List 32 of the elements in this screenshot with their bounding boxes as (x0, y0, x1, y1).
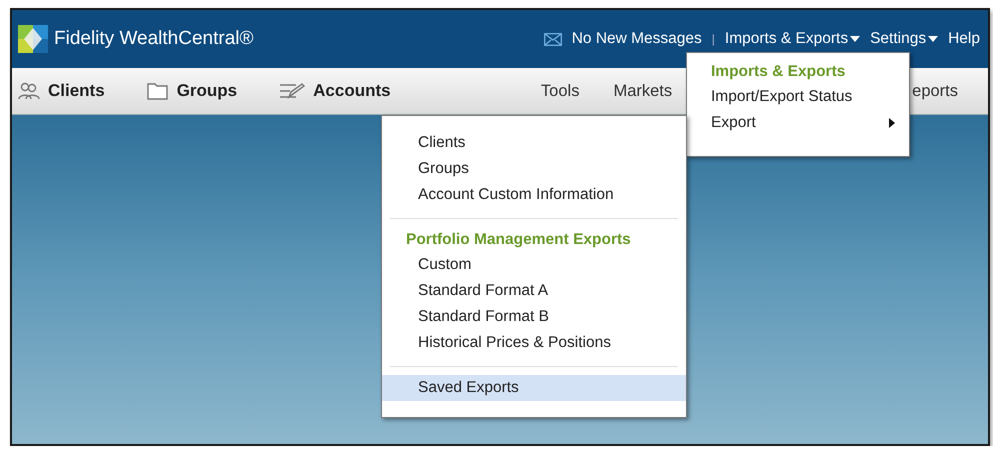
nav-label: Clients (48, 81, 105, 101)
people-icon (18, 82, 40, 100)
menu-item[interactable]: Custom (382, 252, 686, 278)
nav-tab[interactable]: Accounts (279, 81, 391, 101)
menu-heading: Imports & Exports (710, 62, 846, 82)
nav-label: Groups (176, 81, 238, 101)
nav-tab[interactable]: Groups (146, 81, 238, 101)
nav-link[interactable]: Tools (540, 82, 580, 100)
nav-label: Accounts (313, 81, 391, 101)
menu-item[interactable]: Import/Export Status (687, 84, 909, 110)
menu-heading: Portfolio Management Exports (405, 230, 632, 250)
menu-item[interactable]: Account Custom Information (382, 182, 686, 208)
menu-item[interactable]: Export (687, 110, 909, 136)
menu-item[interactable]: Saved Exports (382, 375, 686, 401)
menu-item[interactable]: Clients (382, 130, 686, 156)
menu-item[interactable]: Historical Prices & Positions (382, 330, 686, 356)
nav-link[interactable]: Markets (613, 82, 672, 100)
menu-item[interactable]: Standard Format B (382, 304, 686, 330)
envelope-icon[interactable] (544, 32, 562, 46)
nav-link[interactable]: eports (912, 82, 958, 100)
folder-icon (146, 82, 169, 100)
separator: | (712, 32, 715, 46)
header-menu-link[interactable]: Settings (870, 30, 938, 48)
header-menu-link[interactable]: Help (948, 30, 980, 48)
header-menu-link[interactable]: Imports & Exports (724, 30, 860, 48)
menu-item[interactable]: Groups (382, 156, 686, 182)
messages-status[interactable]: No New Messages (572, 30, 702, 48)
nav-tab[interactable]: Clients (18, 81, 105, 101)
notepad-pencil-icon (279, 82, 306, 100)
brand-name: Fidelity WealthCentral® (54, 28, 254, 50)
menu-item[interactable]: Standard Format A (382, 278, 686, 304)
logo-icon (18, 25, 48, 53)
